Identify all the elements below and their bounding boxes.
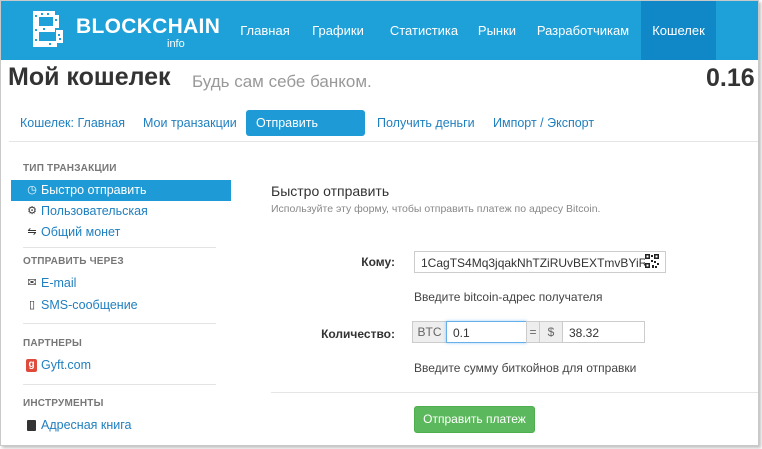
page-frame: BLOCKCHAIN info Главная Графики Статисти… <box>0 0 759 446</box>
brand-subtitle: info <box>167 38 185 50</box>
book-icon <box>27 420 36 431</box>
page-title: Мой кошелек <box>8 63 171 91</box>
sidebar-divider <box>23 323 216 324</box>
tab-send-money[interactable]: Отправить деньги <box>246 110 365 156</box>
sidebar-item-shared-coin[interactable]: ⇋ Общий монет <box>11 222 231 243</box>
phone-icon: ▯ <box>28 299 36 311</box>
page-subtitle: Будь сам себе банком. <box>192 72 372 91</box>
nav-charts[interactable]: Графики <box>306 1 370 60</box>
shuffle-icon: ⇋ <box>27 226 37 238</box>
wallet-balance[interactable]: 0.16 <box>706 64 755 93</box>
sidebar-heading-transaction-type: ТИП ТРАНЗАКЦИИ <box>23 163 117 174</box>
sidebar-divider <box>23 384 216 385</box>
btc-amount-input[interactable]: 0.1 <box>446 321 527 343</box>
blockchain-logo-icon[interactable] <box>29 9 69 49</box>
amount-help-text: Введите сумму биткойнов для отправки <box>414 361 637 375</box>
recipient-address-input[interactable]: 1CagTS4Mq3jqakNhTZiRUvBEXTmvBYiR <box>414 251 666 273</box>
sidebar-divider <box>23 247 216 248</box>
sidebar-item-address-book[interactable]: Адресная книга <box>11 415 231 436</box>
nav-developers[interactable]: Разработчикам <box>533 1 633 60</box>
top-navbar: BLOCKCHAIN info Главная Графики Статисти… <box>1 1 758 60</box>
sidebar-item-label: E-mail <box>41 276 77 290</box>
nav-wallet[interactable]: Кошелек <box>641 1 716 60</box>
recipient-help-text: Введите bitcoin-адрес получателя <box>414 290 603 304</box>
recipient-label: Кому: <box>361 255 395 269</box>
sidebar-item-gyft[interactable]: g Gyft.com <box>11 355 231 376</box>
gear-icon: ⚙ <box>27 205 37 217</box>
nav-markets[interactable]: Рынки <box>469 1 525 60</box>
sidebar-heading-tools: ИНСТРУМЕНТЫ <box>23 398 104 409</box>
envelope-icon: ✉ <box>27 277 37 289</box>
form-title: Быстро отправить <box>271 183 390 199</box>
sidebar-item-label: Пользовательская <box>41 204 148 218</box>
gyft-icon: g <box>26 359 37 372</box>
amount-label: Количество: <box>321 327 395 341</box>
usd-addon: $ <box>539 321 563 343</box>
form-description: Используйте эту форму, чтобы отправить п… <box>271 203 601 215</box>
clock-icon: ◷ <box>27 184 37 196</box>
brand-name[interactable]: BLOCKCHAIN <box>76 15 220 39</box>
sidebar-heading-send-via: ОТПРАВИТЬ ЧЕРЕЗ <box>23 256 124 267</box>
nav-home[interactable]: Главная <box>233 1 297 60</box>
form-divider <box>271 392 758 393</box>
sidebar-item-quick-send[interactable]: ◷ Быстро отправить <box>11 180 231 201</box>
sidebar-item-custom[interactable]: ⚙ Пользовательская <box>11 201 231 222</box>
send-payment-button[interactable]: Отправить платеж <box>414 406 535 433</box>
sidebar-item-label: Gyft.com <box>41 358 92 372</box>
tab-import-export[interactable]: Импорт / Экспорт <box>483 110 604 136</box>
btc-addon: BTC <box>412 321 447 343</box>
sidebar-item-label: Адресная книга <box>41 418 132 432</box>
qr-code-icon[interactable] <box>645 254 659 268</box>
equals-addon: = <box>526 321 540 343</box>
usd-amount-input[interactable]: 38.32 <box>562 321 645 343</box>
sidebar-item-label: SMS-сообщение <box>41 298 138 312</box>
nav-stats[interactable]: Статистика <box>382 1 466 60</box>
tab-wallet-home[interactable]: Кошелек: Главная <box>10 110 135 136</box>
sidebar-heading-partners: ПАРТНЕРЫ <box>23 338 83 349</box>
tabs-divider <box>9 141 758 142</box>
tab-my-transactions[interactable]: Мои транзакции <box>133 110 247 136</box>
sidebar-item-label: Быстро отправить <box>41 183 147 197</box>
sidebar-item-email[interactable]: ✉ E-mail <box>11 273 231 294</box>
sidebar-item-sms[interactable]: ▯ SMS-сообщение <box>11 295 231 316</box>
sidebar-item-label: Общий монет <box>41 225 121 239</box>
tab-receive-money[interactable]: Получить деньги <box>367 110 485 136</box>
